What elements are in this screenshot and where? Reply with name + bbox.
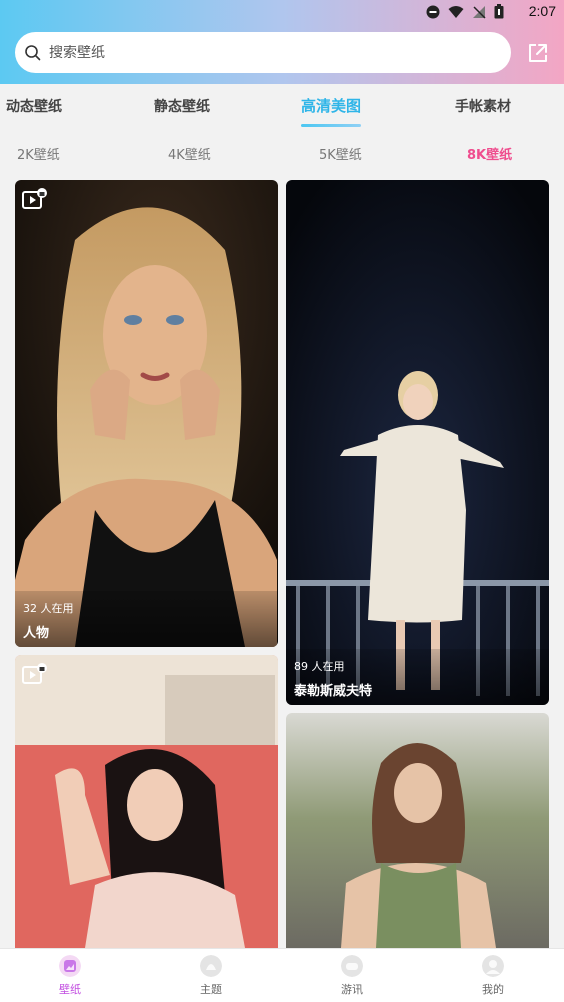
wallpaper-image [286,180,549,705]
search-bar[interactable] [15,32,511,73]
video-lock-icon [22,663,47,684]
no-signal-icon [473,5,486,19]
status-icons [426,4,504,19]
status-bar: 2:07 [0,0,564,24]
tab-hd-pictures[interactable]: 高清美图 [301,95,361,116]
wifi-icon [448,5,464,18]
wallpaper-card[interactable]: 32 人在用 人物 [15,180,278,647]
search-input[interactable] [49,44,469,61]
wallpaper-card[interactable]: 89 人在用 泰勒斯威夫特 [286,180,549,705]
card-title: 泰勒斯威夫特 [294,684,373,699]
subtab-8k[interactable]: 8K壁纸 [467,144,512,163]
wallpaper-image [15,655,278,948]
game-news-nav-icon [341,955,363,977]
dnd-icon [426,5,440,18]
nav-item-wallpaper[interactable]: 壁纸 [30,949,110,1002]
subtab-5k[interactable]: 5K壁纸 [319,144,362,163]
status-time: 2:07 [528,3,556,19]
category-tabs: 动态壁纸 静态壁纸 高清美图 手帐素材 [0,84,564,130]
nav-item-profile[interactable]: 我的 [453,949,533,1002]
wallpaper-image [15,180,278,647]
tab-static-wallpaper[interactable]: 静态壁纸 [154,96,210,116]
subtab-2k[interactable]: 2K壁纸 [17,144,60,163]
usage-count: 89 人在用 [294,660,345,673]
wallpaper-card[interactable] [286,713,549,948]
video-lock-icon [22,188,47,209]
nav-item-game-news[interactable]: 游讯 [312,949,392,1002]
nav-label: 我的 [482,983,504,996]
search-icon [25,44,41,60]
share-icon[interactable] [526,41,550,65]
nav-label: 壁纸 [59,983,81,996]
tab-journal-material[interactable]: 手帐素材 [455,96,511,116]
usage-count: 32 人在用 [23,602,74,615]
battery-icon [494,4,504,19]
wallpaper-image [286,713,549,948]
resolution-tabs: 2K壁纸 4K壁纸 5K壁纸 8K壁纸 [0,138,564,166]
nav-label: 游讯 [341,983,363,996]
profile-nav-icon [482,955,504,977]
subtab-4k[interactable]: 4K壁纸 [168,144,211,163]
wallpaper-nav-icon [59,955,81,977]
tab-dynamic-wallpaper[interactable]: 动态壁纸 [6,96,62,116]
card-title: 人物 [23,626,50,641]
wallpaper-card[interactable] [15,655,278,948]
nav-item-theme[interactable]: 主题 [171,949,251,1002]
theme-nav-icon [200,955,222,977]
active-tab-indicator [301,124,361,127]
bottom-navigation: 壁纸 主题 游讯 我的 [0,948,564,1002]
nav-label: 主题 [200,983,222,996]
